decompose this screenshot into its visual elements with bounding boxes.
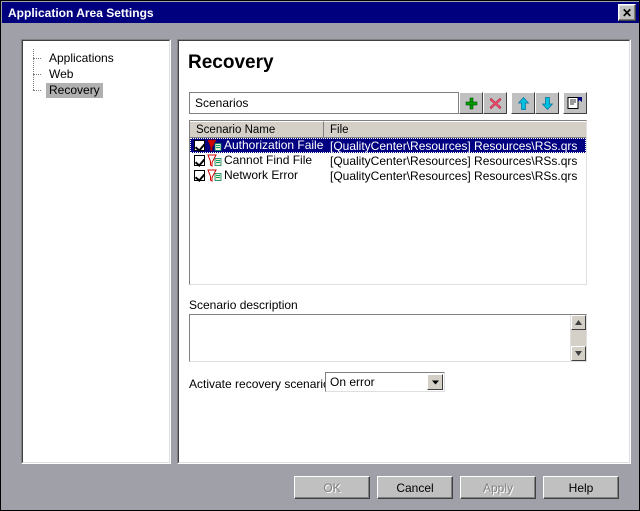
description-scrollbar[interactable] xyxy=(570,315,586,361)
scenario-name-label: Network Error xyxy=(224,169,298,182)
scenario-enabled-checkbox[interactable] xyxy=(194,170,205,181)
column-header-file[interactable]: File xyxy=(324,121,586,138)
sidebar-item-applications[interactable]: Applications xyxy=(30,50,117,66)
tree-connector-icon xyxy=(30,82,46,98)
move-up-button[interactable] xyxy=(511,92,535,114)
delete-scenario-button[interactable] xyxy=(483,92,507,114)
recovery-scenario-icon xyxy=(207,139,222,152)
scenario-name-cell: Authorization Failed xyxy=(190,139,324,152)
plus-icon xyxy=(465,97,478,110)
scenarios-label: Scenarios xyxy=(189,92,459,114)
cancel-button[interactable]: Cancel xyxy=(377,476,453,499)
recovery-scenario-icon xyxy=(207,169,222,182)
add-scenario-button[interactable] xyxy=(459,92,483,114)
triangle-down-icon xyxy=(574,349,583,358)
chevron-down-icon[interactable] xyxy=(427,374,443,390)
scenario-name-label: Cannot Find File xyxy=(224,154,312,167)
scroll-down-button[interactable] xyxy=(571,346,586,361)
sidebar-item-web[interactable]: Web xyxy=(30,66,117,82)
table-row[interactable]: Network Error [QualityCenter\Resources] … xyxy=(190,168,586,183)
arrow-up-icon xyxy=(517,97,530,110)
sidebar-item-label: Applications xyxy=(46,51,117,66)
scroll-up-button[interactable] xyxy=(571,315,586,330)
help-button[interactable]: Help xyxy=(543,476,619,499)
tree-panel-inner-edge xyxy=(22,40,170,463)
recovery-scenario-icon xyxy=(207,154,222,167)
properties-icon xyxy=(567,96,583,110)
window-title: Application Area Settings xyxy=(2,6,154,20)
scenarios-list-body: Authorization Failed [QualityCenter\Reso… xyxy=(190,138,586,183)
scenarios-toolbar: Scenarios xyxy=(189,92,587,114)
ok-button[interactable]: OK xyxy=(294,476,370,499)
scenario-file-cell: [QualityCenter\Resources] Resources\RSs.… xyxy=(324,154,586,168)
sidebar-item-recovery[interactable]: Recovery xyxy=(30,82,117,98)
activate-recovery-scenarios-dropdown[interactable]: On error xyxy=(325,372,445,392)
tree-connector-icon xyxy=(30,66,46,82)
x-icon xyxy=(489,97,502,110)
activate-recovery-scenarios-label: Activate recovery scenarios: xyxy=(189,377,339,391)
settings-category-tree-panel: Applications Web Recovery xyxy=(21,39,171,464)
scenario-description-input[interactable] xyxy=(190,315,570,361)
activate-recovery-scenarios-value: On error xyxy=(326,375,427,389)
column-header-scenario-name[interactable]: Scenario Name xyxy=(190,121,324,138)
scenario-enabled-checkbox[interactable] xyxy=(194,155,205,166)
scenario-file-cell: [QualityCenter\Resources] Resources\RSs.… xyxy=(324,139,586,153)
triangle-up-icon xyxy=(574,318,583,327)
scenario-enabled-checkbox[interactable] xyxy=(194,140,205,151)
scenario-name-cell: Network Error xyxy=(190,169,324,182)
close-icon[interactable]: ✕ xyxy=(618,4,636,21)
scenarios-list[interactable]: Scenario Name File xyxy=(189,120,587,285)
apply-button[interactable]: Apply xyxy=(460,476,536,499)
scenario-name-label: Authorization Failed xyxy=(224,139,324,152)
sidebar-item-label: Recovery xyxy=(46,83,103,98)
page-title: Recovery xyxy=(188,52,274,74)
table-row[interactable]: Authorization Failed [QualityCenter\Reso… xyxy=(190,138,586,153)
scrollbar-track[interactable] xyxy=(571,330,586,346)
application-area-settings-dialog: Application Area Settings ✕ Applications… xyxy=(0,0,640,511)
sidebar-item-label: Web xyxy=(46,67,76,82)
title-bar: Application Area Settings ✕ xyxy=(2,2,640,23)
scenarios-list-header: Scenario Name File xyxy=(190,121,586,138)
tree-connector-icon xyxy=(30,50,46,66)
settings-category-tree: Applications Web Recovery xyxy=(30,50,117,98)
scenario-name-cell: Cannot Find File xyxy=(190,154,324,167)
arrow-down-icon xyxy=(541,97,554,110)
move-down-button[interactable] xyxy=(535,92,559,114)
recovery-settings-panel: Recovery Scenarios xyxy=(177,39,631,464)
scenario-description-label: Scenario description xyxy=(189,298,298,312)
scenario-description-box xyxy=(189,314,587,362)
scenario-file-cell: [QualityCenter\Resources] Resources\RSs.… xyxy=(324,169,586,183)
table-row[interactable]: Cannot Find File [QualityCenter\Resource… xyxy=(190,153,586,168)
scenario-properties-button[interactable] xyxy=(563,92,587,114)
